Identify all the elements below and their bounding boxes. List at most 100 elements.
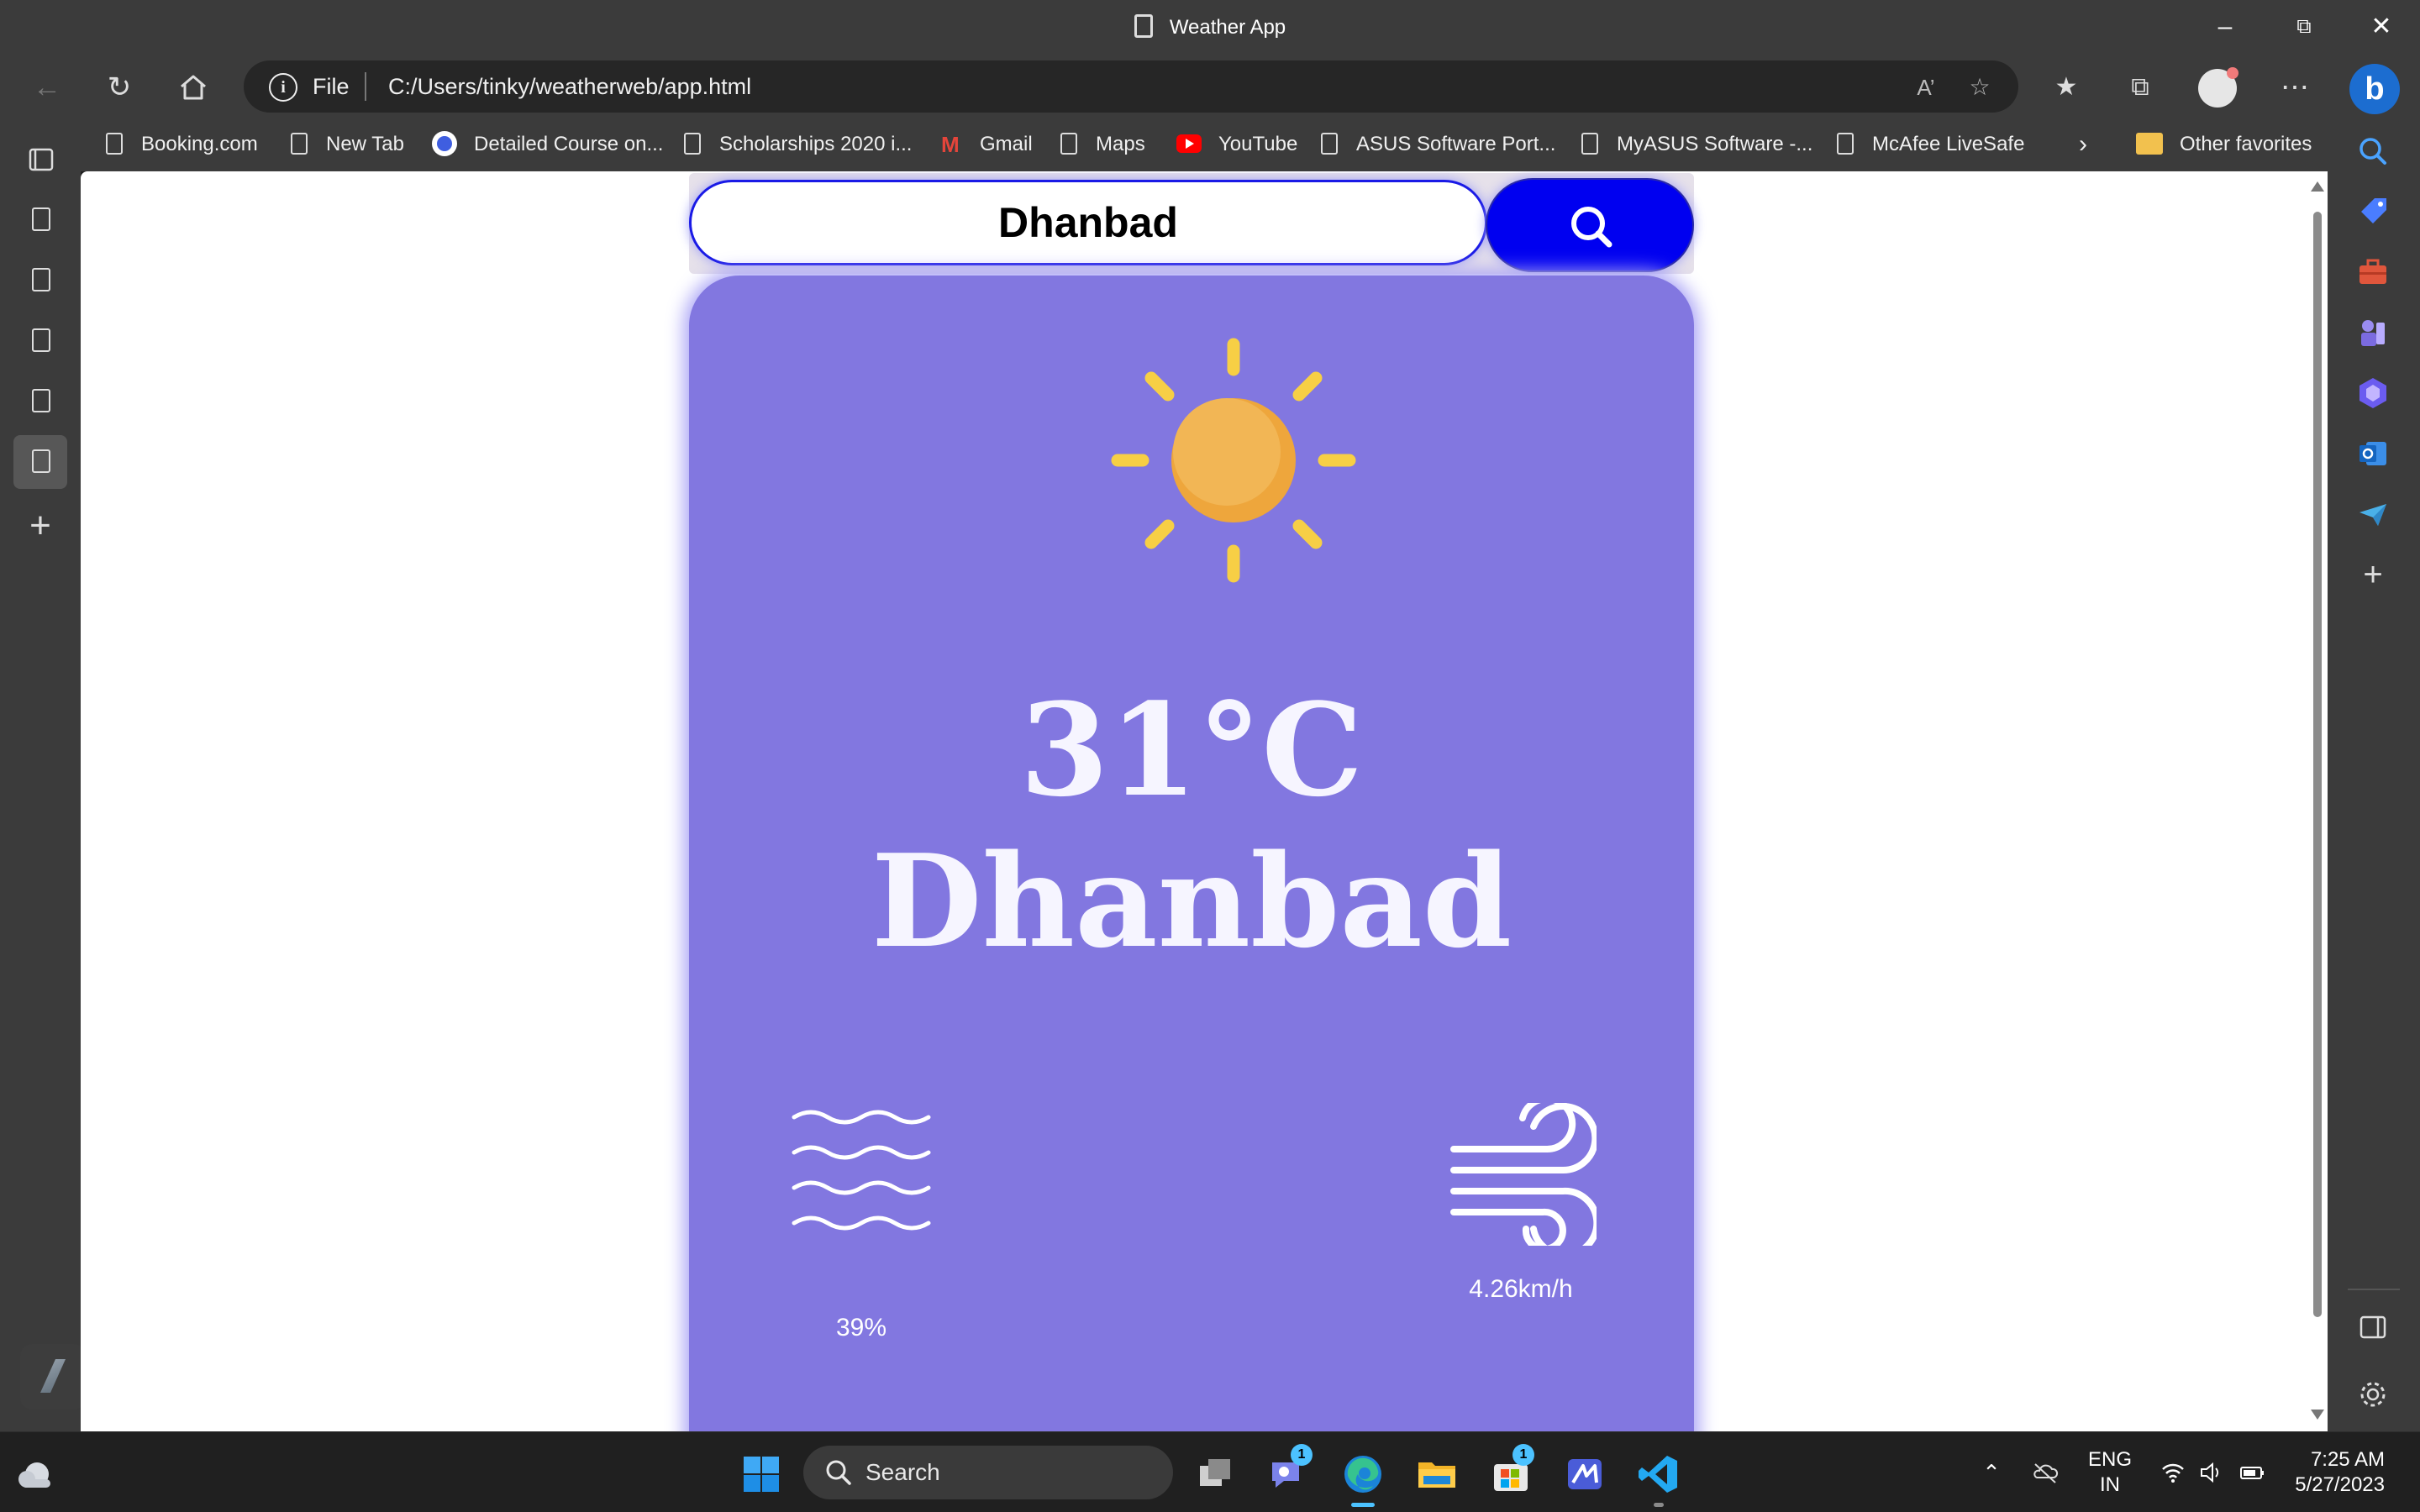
more-options-icon[interactable]: ⋯ (2274, 69, 2316, 106)
read-aloud-icon[interactable]: A’ (1909, 71, 1943, 104)
vscode-button[interactable] (1635, 1451, 1682, 1507)
shopping-tag-icon (2361, 198, 2386, 223)
favorite-youtube[interactable]: YouTube (1176, 129, 1297, 160)
add-favorite-icon[interactable]: ☆ (1963, 71, 1996, 104)
battery-icon[interactable] (2238, 1459, 2265, 1486)
home-button[interactable] (173, 69, 213, 106)
profile-avatar[interactable] (2198, 67, 2238, 108)
favorite-maps[interactable]: Maps (1060, 129, 1145, 160)
microsoft-store-button[interactable]: 1 (1487, 1444, 1534, 1498)
clock[interactable]: 7:25 AM 5/27/2023 (2284, 1447, 2385, 1498)
microsoft-365-icon[interactable] (2353, 373, 2393, 413)
taskbar-search[interactable]: Search (803, 1446, 1173, 1499)
microsoft-365-icon (2360, 378, 2386, 408)
document-icon (1134, 14, 1153, 38)
favorite-label: McAfee LiveSafe (1872, 133, 2025, 155)
show-hidden-icons-chevron[interactable]: ⌃ (1978, 1459, 2005, 1486)
bing-copilot-icon[interactable]: b (2349, 64, 2400, 114)
city-search-input[interactable] (689, 180, 1487, 265)
favorite-gmail[interactable]: M Gmail (941, 129, 1033, 160)
start-button[interactable] (738, 1451, 785, 1498)
window-title-text: Weather App (1169, 16, 1286, 39)
edge-taskbar-button[interactable] (1339, 1451, 1386, 1507)
running-app-indicator (1654, 1503, 1664, 1507)
vertical-tab-2[interactable] (13, 254, 67, 307)
wifi-icon (2162, 1463, 2184, 1483)
teams-chat-button[interactable]: 1 (1265, 1444, 1313, 1498)
search-button[interactable] (1486, 178, 1694, 272)
tools-icon[interactable] (2353, 252, 2393, 292)
vertical-tab-1[interactable] (13, 193, 67, 247)
favorite-label: Gmail (980, 133, 1033, 155)
chevron-right-icon[interactable]: › (2079, 129, 2087, 160)
pinned-app-button[interactable] (1561, 1451, 1608, 1498)
task-view-button[interactable] (1192, 1451, 1239, 1498)
page-icon (1321, 133, 1338, 155)
favorite-scholarships[interactable]: Scholarships 2020 i... (684, 129, 912, 160)
favorite-detailed-course[interactable]: Detailed Course on... (432, 129, 663, 160)
wifi-icon[interactable] (2160, 1459, 2186, 1486)
minimize-button[interactable]: – (2200, 10, 2250, 44)
add-sidebar-app-icon[interactable]: + (2353, 554, 2393, 595)
title-bar: Weather App – ⧉ ✕ (0, 0, 2420, 57)
language-indicator[interactable]: ENG IN (2079, 1447, 2141, 1498)
outlook-icon[interactable] (2353, 433, 2393, 474)
volume-icon[interactable] (2198, 1459, 2225, 1486)
back-button[interactable]: ← (27, 69, 67, 106)
weather-widget-icon[interactable] (15, 1454, 62, 1501)
youtube-icon (1176, 134, 1202, 153)
other-favorites-folder[interactable]: Other favorites (2136, 129, 2312, 160)
folder-icon (1418, 1462, 1455, 1488)
windows-logo-icon (744, 1457, 779, 1492)
wind-icon (1450, 1103, 1597, 1246)
favorite-myasus-software[interactable]: MyASUS Software -... (1581, 129, 1812, 160)
favorite-booking[interactable]: Booking.com (106, 129, 258, 160)
tab-actions-icon (29, 148, 54, 171)
vertical-tab-4[interactable] (13, 375, 67, 428)
favorites-bar: Booking.com New Tab Detailed Course on..… (81, 118, 2328, 171)
favorite-label: Scholarships 2020 i... (719, 133, 913, 155)
tools-icon (2360, 259, 2386, 284)
page-icon (1837, 133, 1854, 155)
favorite-mcafee-livesafe[interactable]: McAfee LiveSafe (1837, 129, 2024, 160)
home-icon (181, 75, 206, 100)
windows-taskbar: Search 1 1 ⌃ ENG IN 7:25 AM 5/27/2023 (0, 1431, 2420, 1512)
favorite-new-tab[interactable]: New Tab (291, 129, 404, 160)
vertical-scrollbar[interactable] (2306, 171, 2328, 1431)
games-icon[interactable] (2353, 312, 2393, 353)
vertical-tab-active[interactable] (13, 435, 67, 489)
favorite-asus-software-portal[interactable]: ASUS Software Port... (1321, 129, 1555, 160)
scroll-up-arrow[interactable] (2311, 181, 2324, 192)
settings-gear-icon[interactable] (2353, 1374, 2393, 1415)
vertical-tab-3[interactable] (13, 314, 67, 368)
info-icon[interactable]: i (269, 73, 297, 102)
tab-actions-icon[interactable] (13, 133, 67, 186)
favorite-label: MyASUS Software -... (1617, 133, 1813, 155)
city-name: Dhanbad (871, 826, 1512, 976)
folder-icon (2136, 133, 2163, 155)
hide-sidebar-icon[interactable] (2353, 1307, 2393, 1347)
gmail-icon: M (941, 132, 960, 157)
refresh-button[interactable]: ↻ (99, 69, 139, 106)
send-icon[interactable] (2353, 494, 2393, 534)
restore-button[interactable]: ⧉ (2279, 10, 2329, 44)
favorite-label: Maps (1096, 133, 1145, 155)
search-icon[interactable] (2353, 131, 2393, 171)
scroll-down-arrow[interactable] (2311, 1410, 2324, 1420)
gear-icon (2360, 1382, 2386, 1407)
address-bar[interactable]: i File C:/Users/tinky/weatherweb/app.htm… (244, 60, 2018, 113)
sun-icon (1111, 338, 1356, 583)
onedrive-offline-icon[interactable] (2032, 1459, 2059, 1486)
collections-icon[interactable]: ⧉ (2119, 69, 2161, 106)
outlook-icon (2360, 442, 2386, 465)
close-button[interactable]: ✕ (2356, 10, 2407, 44)
favorites-icon[interactable]: ★ (2045, 69, 2087, 106)
favorite-label: New Tab (326, 133, 404, 155)
scroll-thumb[interactable] (2313, 212, 2322, 1317)
search-icon (826, 1460, 851, 1485)
pinned-app-icon[interactable] (20, 1344, 86, 1410)
shopping-tag-icon[interactable] (2353, 192, 2393, 232)
new-tab-button[interactable]: + (13, 501, 67, 554)
file-explorer-button[interactable] (1413, 1451, 1460, 1498)
url-text[interactable]: C:/Users/tinky/weatherweb/app.html (388, 74, 751, 100)
